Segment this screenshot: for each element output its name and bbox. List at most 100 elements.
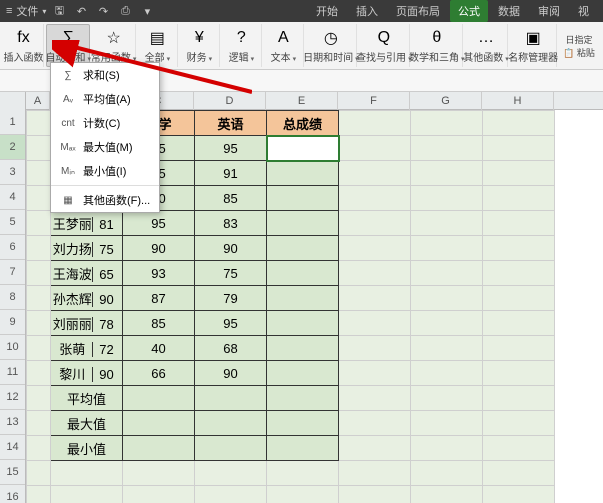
cell-F15[interactable]: [339, 461, 411, 486]
cell-E14[interactable]: [267, 436, 339, 461]
cell-C13[interactable]: [123, 411, 195, 436]
ribbon-autosum[interactable]: ∑ 自动求和▾: [46, 24, 90, 67]
cell-D9[interactable]: 95: [195, 311, 267, 336]
cell-E5[interactable]: [267, 211, 339, 236]
cell-H1[interactable]: [483, 111, 555, 136]
cell-E2[interactable]: [267, 136, 339, 161]
dropdown-avg[interactable]: Aᵥ平均值(A): [51, 87, 159, 111]
cell-F7[interactable]: [339, 261, 411, 286]
cell-D2[interactable]: 95: [195, 136, 267, 161]
row-header-1[interactable]: 1: [0, 110, 25, 135]
cell-A9[interactable]: [27, 311, 51, 336]
cell-G9[interactable]: [411, 311, 483, 336]
cell-F2[interactable]: [339, 136, 411, 161]
cell-B16[interactable]: [51, 486, 123, 503]
cell-G8[interactable]: [411, 286, 483, 311]
row-header-5[interactable]: 5: [0, 210, 25, 235]
cell-C9[interactable]: 85: [123, 311, 195, 336]
cell-G1[interactable]: [411, 111, 483, 136]
cell-C12[interactable]: [123, 386, 195, 411]
cell-G3[interactable]: [411, 161, 483, 186]
row-header-16[interactable]: 16: [0, 485, 25, 503]
cell-G14[interactable]: [411, 436, 483, 461]
cell-F1[interactable]: [339, 111, 411, 136]
cell-F13[interactable]: [339, 411, 411, 436]
cell-D4[interactable]: 85: [195, 186, 267, 211]
tab-formula[interactable]: 公式: [450, 0, 488, 22]
cell-H6[interactable]: [483, 236, 555, 261]
ribbon-insert-fn[interactable]: fx 插入函数: [4, 24, 44, 67]
tab-insert[interactable]: 插入: [348, 0, 386, 22]
cell-E7[interactable]: [267, 261, 339, 286]
dropdown-more[interactable]: ▦其他函数(F)...: [51, 188, 159, 212]
row-header-4[interactable]: 4: [0, 185, 25, 210]
tab-view[interactable]: 视: [570, 0, 597, 22]
cell-E3[interactable]: [267, 161, 339, 186]
cell-C11[interactable]: 66: [123, 361, 195, 386]
cell-G10[interactable]: [411, 336, 483, 361]
dropdown-max[interactable]: Mₐₓ最大值(M): [51, 135, 159, 159]
tab-review[interactable]: 审阅: [530, 0, 568, 22]
cell-A3[interactable]: [27, 161, 51, 186]
cell-E10[interactable]: [267, 336, 339, 361]
row-header-13[interactable]: 13: [0, 410, 25, 435]
col-header-F[interactable]: F: [338, 92, 410, 110]
cell-F8[interactable]: [339, 286, 411, 311]
cell-C15[interactable]: [123, 461, 195, 486]
qat-more-icon[interactable]: ▾: [138, 2, 156, 20]
cell-A1[interactable]: [27, 111, 51, 136]
cell-F12[interactable]: [339, 386, 411, 411]
col-header-G[interactable]: G: [410, 92, 482, 110]
cell-C10[interactable]: 40: [123, 336, 195, 361]
qat-undo-icon[interactable]: ↶: [72, 2, 90, 20]
cell-H3[interactable]: [483, 161, 555, 186]
cell-C8[interactable]: 87: [123, 286, 195, 311]
cell-D13[interactable]: [195, 411, 267, 436]
cell-D8[interactable]: 79: [195, 286, 267, 311]
cell-B9[interactable]: 刘丽丽78: [51, 311, 123, 336]
dropdown-min[interactable]: Mᵢₙ最小值(I): [51, 159, 159, 183]
dropdown-sum[interactable]: ∑求和(S): [51, 63, 159, 87]
cell-G2[interactable]: [411, 136, 483, 161]
cell-B5[interactable]: 王梦丽81: [51, 211, 123, 236]
cell-H16[interactable]: [483, 486, 555, 503]
cell-E12[interactable]: [267, 386, 339, 411]
cell-D1[interactable]: 英语: [195, 111, 267, 136]
cell-F6[interactable]: [339, 236, 411, 261]
ribbon-all[interactable]: ▤ 全部▾: [138, 24, 178, 67]
cell-E13[interactable]: [267, 411, 339, 436]
ribbon-logical[interactable]: ? 逻辑▾: [222, 24, 262, 67]
cell-D11[interactable]: 90: [195, 361, 267, 386]
cell-A7[interactable]: [27, 261, 51, 286]
cell-G16[interactable]: [411, 486, 483, 503]
cell-E1[interactable]: 总成绩: [267, 111, 339, 136]
cell-C7[interactable]: 93: [123, 261, 195, 286]
cell-H15[interactable]: [483, 461, 555, 486]
row-header-10[interactable]: 10: [0, 335, 25, 360]
cell-B13[interactable]: 最大值: [51, 411, 123, 436]
cell-A16[interactable]: [27, 486, 51, 503]
cell-A6[interactable]: [27, 236, 51, 261]
ribbon-text[interactable]: A 文本▾: [264, 24, 304, 67]
cell-F16[interactable]: [339, 486, 411, 503]
cell-A11[interactable]: [27, 361, 51, 386]
cell-D3[interactable]: 91: [195, 161, 267, 186]
cell-D12[interactable]: [195, 386, 267, 411]
cell-D7[interactable]: 75: [195, 261, 267, 286]
dropdown-count[interactable]: cnt计数(C): [51, 111, 159, 135]
ribbon-paste-label[interactable]: 📋 粘贴: [563, 46, 595, 59]
tab-start[interactable]: 开始: [308, 0, 346, 22]
cell-B11[interactable]: 黎川90: [51, 361, 123, 386]
cell-F11[interactable]: [339, 361, 411, 386]
cell-F5[interactable]: [339, 211, 411, 236]
cell-A4[interactable]: [27, 186, 51, 211]
cell-C16[interactable]: [123, 486, 195, 503]
tab-layout[interactable]: 页面布局: [388, 0, 448, 22]
cell-D14[interactable]: [195, 436, 267, 461]
cell-H8[interactable]: [483, 286, 555, 311]
col-header-H[interactable]: H: [482, 92, 554, 110]
cell-F9[interactable]: [339, 311, 411, 336]
cell-G4[interactable]: [411, 186, 483, 211]
cell-F3[interactable]: [339, 161, 411, 186]
qat-redo-icon[interactable]: ↷: [94, 2, 112, 20]
